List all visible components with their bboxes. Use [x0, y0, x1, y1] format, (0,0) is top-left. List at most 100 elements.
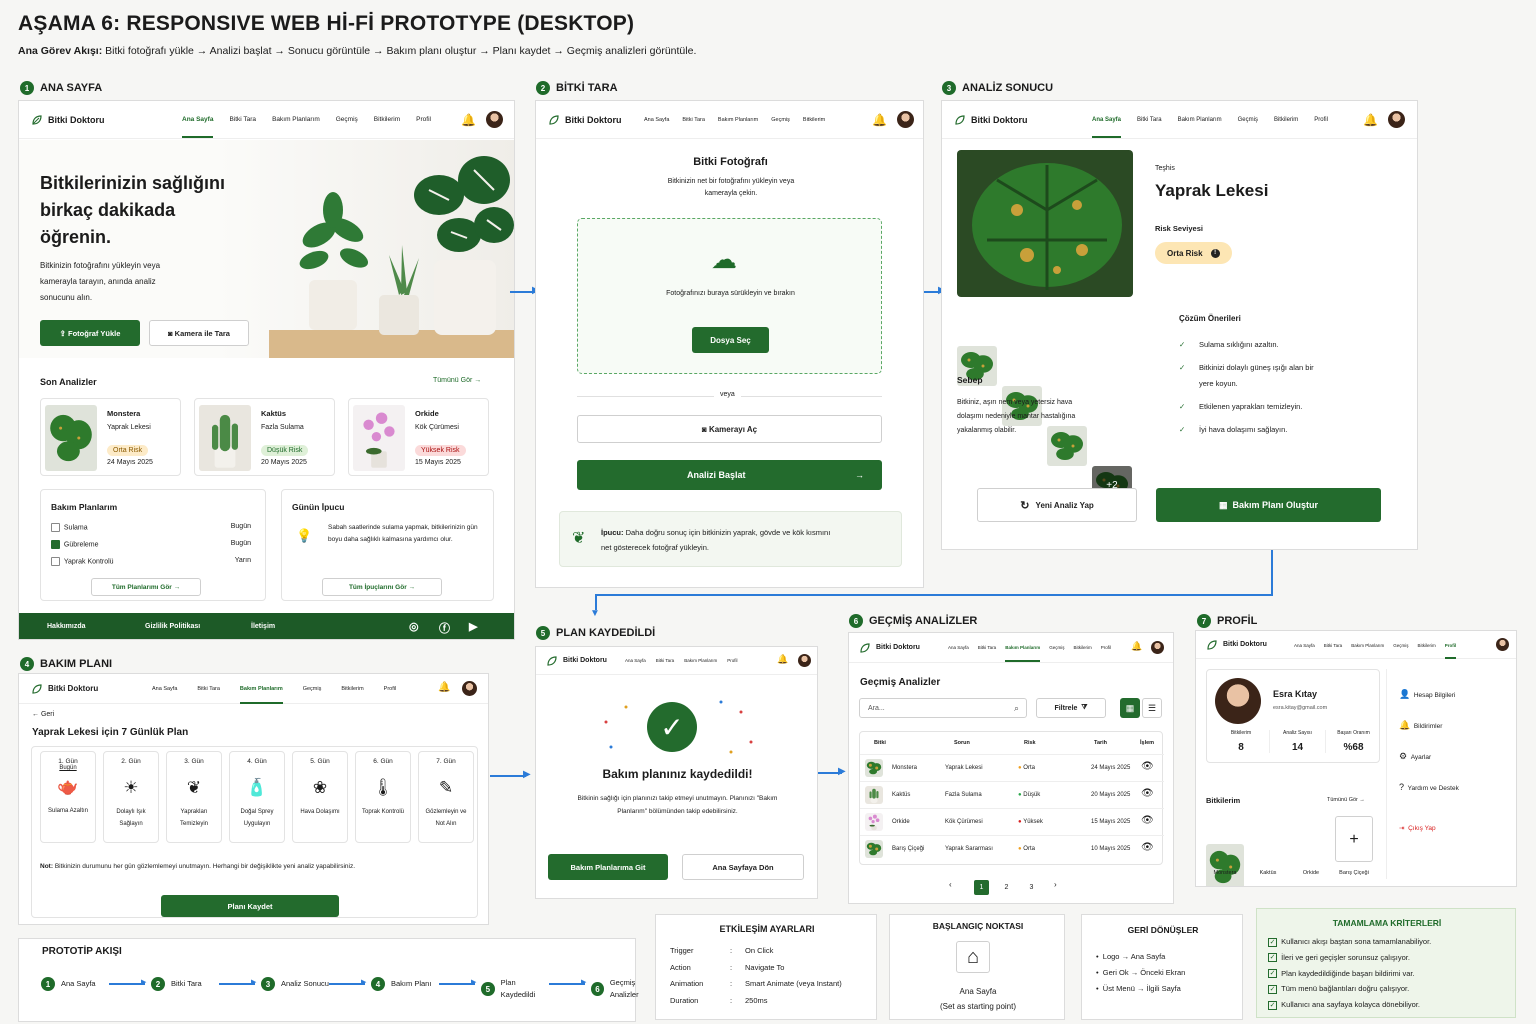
facebook-icon[interactable]: ⓕ	[439, 620, 450, 636]
avatar[interactable]	[1151, 641, 1164, 654]
logo[interactable]: Bitki Doktoru	[546, 655, 607, 667]
footer-link[interactable]: Hakkımızda	[47, 623, 86, 630]
footer-link[interactable]: İletişim	[251, 623, 275, 630]
plan-row[interactable]: Sulama Bugün	[51, 523, 251, 532]
prev-page[interactable]: ‹	[949, 880, 952, 889]
choose-file-button[interactable]: Dosya Seç	[692, 327, 769, 353]
new-analysis-button[interactable]: ↻ Yeni Analiz Yap	[977, 488, 1137, 522]
menu-item[interactable]: Bakım Planlarım	[684, 658, 717, 663]
plan-row[interactable]: Gübreleme Bugün	[51, 540, 251, 549]
menu-item[interactable]: Bitki Tara	[1137, 117, 1162, 138]
menu-item[interactable]: Bitki Tara	[197, 686, 220, 704]
menu-item[interactable]: Geçmiş	[1049, 645, 1064, 662]
upload-button[interactable]: ⇪ Fotoğraf Yükle	[40, 320, 140, 346]
grid-view-icon[interactable]: ▦	[1120, 698, 1140, 718]
menu-item[interactable]: Geçmiş	[1238, 117, 1258, 138]
avatar[interactable]	[798, 654, 811, 667]
menu-item[interactable]: Profil	[1444, 643, 1457, 659]
table-row[interactable]: Kaktüs Fazla Sulama ● Düşük 20 Mayıs 202…	[860, 781, 1164, 808]
table-row[interactable]: Barış Çiçeği Yaprak Sararması ● Orta 10 …	[860, 835, 1164, 862]
logo[interactable]: Bitki Doktoru	[548, 114, 622, 126]
camera-scan-button[interactable]: ◙ Kamera ile Tara	[149, 320, 249, 346]
avatar[interactable]	[897, 111, 914, 128]
plan-day-card[interactable]: 1. Gün Bugün 🫖 Sulama Azaltın	[40, 751, 96, 843]
youtube-icon[interactable]: ▶	[469, 620, 477, 633]
menu-item[interactable]: Bitki Tara	[682, 117, 705, 123]
instagram-icon[interactable]: ◎	[409, 620, 419, 633]
add-plant-icon[interactable]: +	[1335, 816, 1373, 862]
menu-item[interactable]: Bitkilerim	[341, 686, 363, 704]
menu-item[interactable]: Ana Sayfa	[152, 686, 177, 704]
menu-item[interactable]: Bitki Tara	[978, 645, 996, 662]
save-plan-button[interactable]: Planı Kaydet	[161, 895, 339, 917]
drop-zone[interactable]: ☁ Fotoğrafınızı buraya sürükleyin ve bır…	[577, 218, 882, 374]
menu-item[interactable]: Profil	[416, 116, 431, 138]
menu-item[interactable]: Geçmiş	[1393, 643, 1408, 659]
logo[interactable]: Bitki Doktoru	[31, 114, 105, 126]
eye-icon[interactable]: 👁	[1141, 788, 1154, 799]
recent-analysis-card[interactable]: Monstera Yaprak Lekesi Orta Risk 24 Mayı…	[40, 398, 181, 476]
menu-item[interactable]: Bitkilerim	[1274, 117, 1298, 138]
plan-row[interactable]: Yaprak Kontrolü Yarın	[51, 557, 251, 566]
menu-item[interactable]: Geçmiş	[303, 686, 322, 704]
logo[interactable]: Bitki Doktoru	[1206, 639, 1267, 651]
filter-button[interactable]: Filtrele ⧩	[1036, 698, 1106, 718]
menu-item[interactable]: Bitki Tara	[1324, 643, 1342, 659]
plan-day-card[interactable]: 5. Gün ❀ Hava Dolaşımı	[292, 751, 348, 843]
menu-item[interactable]: Bakım Planlarım	[239, 686, 283, 704]
eye-icon[interactable]: 👁	[1141, 815, 1154, 826]
profile-menu-link[interactable]: ? Yardım ve Destek	[1399, 782, 1459, 792]
eye-icon[interactable]: 👁	[1141, 761, 1154, 772]
menu-item[interactable]: Bakım Planlarım	[718, 117, 758, 123]
table-row[interactable]: Orkide Kök Çürümesi ● Yüksek 15 Mayıs 20…	[860, 808, 1164, 835]
menu-item[interactable]: Bitkilerim	[1417, 643, 1435, 659]
menu-item[interactable]: Ana Sayfa	[948, 645, 969, 662]
logo[interactable]: Bitki Doktoru	[859, 642, 920, 654]
logo[interactable]: Bitki Doktoru	[31, 683, 98, 695]
menu-item[interactable]: Ana Sayfa	[182, 116, 214, 138]
recent-analysis-card[interactable]: Orkide Kök Çürümesi Yüksek Risk 15 Mayıs…	[348, 398, 489, 476]
all-tips-button[interactable]: Tüm İpuçlarını Gör →	[322, 578, 442, 596]
avatar[interactable]	[1388, 111, 1405, 128]
profile-menu-link[interactable]: 🔔 Bildirimler	[1399, 720, 1442, 731]
menu-item[interactable]: Ana Sayfa	[625, 658, 646, 663]
menu-item[interactable]: Bitkilerim	[803, 117, 825, 123]
menu-item[interactable]: Bakım Planlarım	[1005, 645, 1041, 662]
bell-icon[interactable]: 🔔	[1363, 113, 1378, 127]
logo[interactable]: Bitki Doktoru	[954, 114, 1028, 126]
menu-item[interactable]: Profil	[384, 686, 397, 704]
bell-icon[interactable]: 🔔	[872, 113, 887, 127]
page-number[interactable]: 2	[999, 880, 1014, 895]
recent-analysis-card[interactable]: Kaktüs Fazla Sulama Düşük Risk 20 Mayıs …	[194, 398, 335, 476]
menu-item[interactable]: Bitki Tara	[656, 658, 674, 663]
page-number[interactable]: 3	[1024, 880, 1039, 895]
profile-menu-link[interactable]: 👤 Hesap Bilgileri	[1399, 689, 1455, 700]
see-all-link[interactable]: Tümünü Gör →	[1327, 797, 1365, 803]
menu-item[interactable]: Geçmiş	[336, 116, 358, 138]
menu-item[interactable]: Bakım Planlarım	[272, 116, 320, 138]
create-plan-button[interactable]: ▦ Bakım Planı Oluştur	[1156, 488, 1381, 522]
open-camera-button[interactable]: ◙ Kamerayı Aç	[577, 415, 882, 443]
avatar[interactable]	[462, 681, 477, 696]
bell-icon[interactable]: 🔔	[1131, 641, 1142, 652]
start-analysis-button[interactable]: Analizi Başlat →	[577, 460, 882, 490]
menu-item[interactable]: Bitkilerim	[374, 116, 400, 138]
avatar[interactable]	[486, 111, 503, 128]
see-all-link[interactable]: Tümünü Gör →	[433, 377, 481, 384]
menu-item[interactable]: Bakım Planlarım	[1351, 643, 1384, 659]
search-input[interactable]: Ara... ⌕	[859, 698, 1027, 718]
logout-link[interactable]: ⇥ Çıkış Yap	[1399, 824, 1436, 832]
bell-icon[interactable]: 🔔	[438, 682, 450, 693]
all-plans-button[interactable]: Tüm Planlarımı Gör →	[91, 578, 201, 596]
my-plant-thumbnail[interactable]	[1206, 844, 1244, 886]
bell-icon[interactable]: 🔔	[777, 654, 788, 665]
menu-item[interactable]: Geçmiş	[771, 117, 790, 123]
menu-item[interactable]: Ana Sayfa	[1294, 643, 1315, 659]
avatar[interactable]	[1496, 638, 1509, 651]
go-home-button[interactable]: Ana Sayfaya Dön	[682, 854, 804, 880]
plan-day-card[interactable]: 3. Gün ❦ Yaprakları Temizleyin	[166, 751, 222, 843]
go-plans-button[interactable]: Bakım Planlarıma Git	[548, 854, 668, 880]
plan-day-card[interactable]: 6. Gün 🌡 Toprak Kontrolü	[355, 751, 411, 843]
menu-item[interactable]: Bitki Tara	[229, 116, 256, 138]
table-row[interactable]: Monstera Yaprak Lekesi ● Orta 24 Mayıs 2…	[860, 754, 1164, 781]
